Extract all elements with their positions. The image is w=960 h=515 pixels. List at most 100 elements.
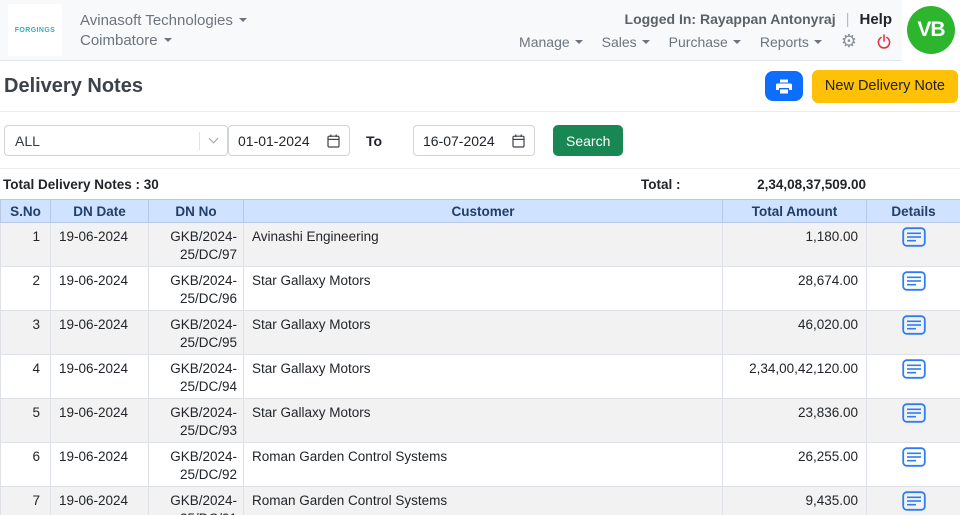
- column-header-details: Details: [867, 200, 960, 223]
- cell-details: [867, 487, 960, 515]
- chevron-down-icon: [209, 134, 219, 144]
- print-button[interactable]: [765, 71, 803, 101]
- table-body: 1 19-06-2024 GKB/2024-25/DC/97 Avinashi …: [1, 223, 960, 515]
- cell-customer: Star Gallaxy Motors: [244, 355, 723, 399]
- search-button[interactable]: Search: [553, 125, 623, 156]
- main-nav: Manage Sales Purchase Reports ⚙: [519, 34, 892, 50]
- details-button[interactable]: [902, 315, 926, 335]
- column-header-customer: Customer: [244, 200, 723, 223]
- cell-dn-date: 19-06-2024: [51, 267, 149, 311]
- date-to-value: 16-07-2024: [423, 133, 495, 149]
- chevron-down-icon: [239, 18, 247, 22]
- details-button[interactable]: [902, 271, 926, 291]
- cell-details: [867, 223, 960, 267]
- cell-customer: Star Gallaxy Motors: [244, 311, 723, 355]
- cell-dn-no: GKB/2024-25/DC/97: [149, 223, 244, 267]
- details-button[interactable]: [902, 227, 926, 247]
- details-button[interactable]: [902, 403, 926, 423]
- details-button[interactable]: [902, 359, 926, 379]
- totals-row: Total Delivery Notes : 30 Total : 2,34,0…: [0, 173, 960, 199]
- date-from-value: 01-01-2024: [238, 133, 310, 149]
- delivery-notes-table: S.NoDN DateDN NoCustomerTotal AmountDeta…: [0, 199, 960, 515]
- cell-dn-no: GKB/2024-25/DC/96: [149, 267, 244, 311]
- table-row: 4 19-06-2024 GKB/2024-25/DC/94 Star Gall…: [1, 355, 960, 399]
- details-button[interactable]: [902, 491, 926, 511]
- filter-row: ALL 01-01-2024 To 16-07-2024: [4, 125, 960, 156]
- logo-text: FORGINGS: [15, 27, 56, 34]
- date-to-input[interactable]: 16-07-2024: [413, 125, 535, 156]
- note-icon: [902, 359, 926, 379]
- divider: [0, 168, 960, 169]
- note-icon: [902, 403, 926, 423]
- cell-details: [867, 399, 960, 443]
- nav-item-reports[interactable]: Reports: [760, 34, 822, 50]
- cell-amount: 9,435.00: [723, 487, 867, 515]
- note-icon: [902, 447, 926, 467]
- login-row: Logged In: Rayappan Antonyraj | Help: [625, 11, 892, 28]
- nav-item-label: Reports: [760, 34, 809, 50]
- avatar-container: VB: [902, 0, 960, 61]
- nav-item-label: Purchase: [669, 34, 728, 50]
- top-right-cluster: Logged In: Rayappan Antonyraj | Help Man…: [519, 11, 892, 50]
- cell-customer: Star Gallaxy Motors: [244, 267, 723, 311]
- cell-sno: 6: [1, 443, 51, 487]
- chevron-down-icon: [814, 40, 822, 44]
- nav-item-sales[interactable]: Sales: [602, 34, 650, 50]
- cell-dn-no: GKB/2024-25/DC/94: [149, 355, 244, 399]
- column-header-s-no: S.No: [1, 200, 51, 223]
- cell-amount: 1,180.00: [723, 223, 867, 267]
- cell-sno: 4: [1, 355, 51, 399]
- chevron-down-icon: [164, 38, 172, 42]
- page-title: Delivery Notes: [4, 75, 143, 98]
- select-divider: [199, 132, 200, 150]
- company-name: Avinasoft Technologies: [80, 13, 233, 28]
- calendar-icon[interactable]: [327, 134, 340, 148]
- cell-amount: 23,836.00: [723, 399, 867, 443]
- table-row: 3 19-06-2024 GKB/2024-25/DC/95 Star Gall…: [1, 311, 960, 355]
- cell-sno: 2: [1, 267, 51, 311]
- nav-item-manage[interactable]: Manage: [519, 34, 583, 50]
- note-icon: [902, 315, 926, 335]
- column-header-dn-no: DN No: [149, 200, 244, 223]
- nav-item-purchase[interactable]: Purchase: [669, 34, 741, 50]
- cell-dn-date: 19-06-2024: [51, 311, 149, 355]
- cell-details: [867, 311, 960, 355]
- help-link[interactable]: Help: [859, 11, 892, 28]
- total-label: Total :: [641, 177, 681, 192]
- note-icon: [902, 271, 926, 291]
- cell-customer: Roman Garden Control Systems: [244, 443, 723, 487]
- cell-dn-no: GKB/2024-25/DC/95: [149, 311, 244, 355]
- company-logo[interactable]: FORGINGS: [8, 4, 62, 56]
- cell-dn-no: GKB/2024-25/DC/92: [149, 443, 244, 487]
- power-icon[interactable]: [876, 34, 892, 50]
- delivery-notes-page: FORGINGS Avinasoft Technologies Coimbato…: [0, 0, 960, 515]
- note-icon: [902, 491, 926, 511]
- table-row: 7 19-06-2024 GKB/2024-25/DC/91 Roman Gar…: [1, 487, 960, 515]
- cell-details: [867, 355, 960, 399]
- date-from-input[interactable]: 01-01-2024: [228, 125, 350, 156]
- new-delivery-note-button[interactable]: New Delivery Note: [812, 70, 958, 103]
- chevron-down-icon: [575, 40, 583, 44]
- divider: |: [846, 11, 850, 28]
- calendar-icon[interactable]: [512, 134, 525, 148]
- cell-dn-date: 19-06-2024: [51, 399, 149, 443]
- cell-amount: 28,674.00: [723, 267, 867, 311]
- company-dropdown[interactable]: Avinasoft Technologies: [80, 13, 247, 28]
- table-row: 1 19-06-2024 GKB/2024-25/DC/97 Avinashi …: [1, 223, 960, 267]
- branch-dropdown[interactable]: Coimbatore: [80, 33, 247, 48]
- type-filter-select[interactable]: ALL: [4, 125, 228, 156]
- table-row: 2 19-06-2024 GKB/2024-25/DC/96 Star Gall…: [1, 267, 960, 311]
- avatar[interactable]: VB: [907, 6, 955, 54]
- details-button[interactable]: [902, 447, 926, 467]
- logged-in-label: Logged In: Rayappan Antonyraj: [625, 11, 836, 27]
- column-header-total-amount: Total Amount: [723, 200, 867, 223]
- top-bar: FORGINGS Avinasoft Technologies Coimbato…: [0, 0, 960, 61]
- cell-dn-date: 19-06-2024: [51, 355, 149, 399]
- chevron-down-icon: [642, 40, 650, 44]
- cell-customer: Star Gallaxy Motors: [244, 399, 723, 443]
- cell-sno: 1: [1, 223, 51, 267]
- cell-amount: 46,020.00: [723, 311, 867, 355]
- total-amount-value: 2,34,08,37,509.00: [757, 177, 866, 192]
- total-notes-count: Total Delivery Notes : 30: [3, 177, 159, 192]
- gear-icon[interactable]: ⚙: [841, 35, 857, 49]
